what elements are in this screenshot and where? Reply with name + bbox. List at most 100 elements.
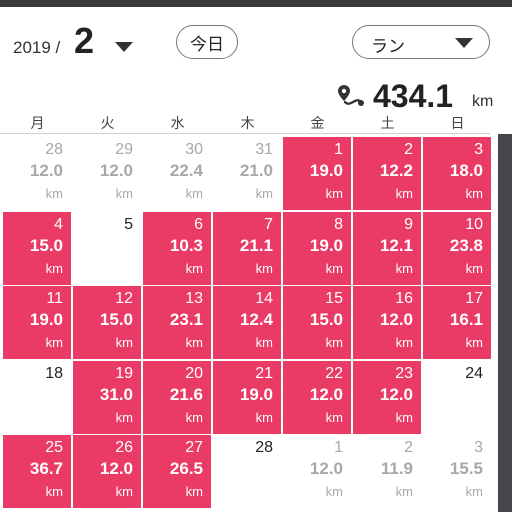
- day-cell[interactable]: 20 21.6 km: [143, 361, 211, 434]
- day-cell[interactable]: 10 23.8 km: [423, 212, 491, 285]
- year-label: 2019 /: [13, 38, 61, 57]
- day-distance-unit: km: [115, 335, 133, 350]
- day-number: 19: [115, 365, 133, 382]
- day-distance-unit: km: [465, 484, 483, 499]
- day-distance-unit: km: [115, 186, 133, 201]
- total-distance: 434.1: [373, 78, 454, 114]
- day-cell[interactable]: 18: [3, 361, 71, 434]
- day-distance: 19.0: [309, 236, 343, 255]
- day-cell[interactable]: 28: [213, 435, 281, 508]
- day-distance: 12.0: [309, 459, 343, 478]
- day-distance-unit: km: [395, 484, 413, 499]
- day-cell[interactable]: 30 22.4 km: [143, 137, 211, 210]
- day-distance: 21.0: [239, 161, 273, 180]
- day-cell[interactable]: 3 15.5 km: [423, 435, 491, 508]
- day-distance-unit: km: [465, 261, 483, 276]
- day-number: 25: [45, 439, 63, 456]
- day-cell[interactable]: 14 12.4 km: [213, 286, 281, 359]
- day-distance: 31.0: [99, 385, 133, 404]
- day-distance: 12.0: [99, 161, 133, 180]
- day-number: 31: [255, 141, 273, 158]
- day-number: 29: [115, 141, 133, 158]
- day-number: 1: [334, 439, 343, 456]
- day-number: 28: [45, 141, 63, 158]
- day-distance-unit: km: [465, 335, 483, 350]
- day-distance: 12.4: [239, 310, 273, 329]
- day-cell[interactable]: 22 12.0 km: [283, 361, 351, 434]
- day-distance-unit: km: [45, 261, 63, 276]
- day-cell[interactable]: 28 12.0 km: [3, 137, 71, 210]
- day-distance: 15.0: [309, 310, 343, 329]
- activity-label: ラン: [371, 37, 405, 56]
- day-distance: 15.0: [99, 310, 133, 329]
- day-distance-unit: km: [185, 410, 203, 425]
- day-cell[interactable]: 26 12.0 km: [73, 435, 141, 508]
- scrollbar[interactable]: [498, 134, 512, 512]
- day-number: 22: [325, 365, 343, 382]
- day-cell[interactable]: 24: [423, 361, 491, 434]
- day-cell[interactable]: 12 15.0 km: [73, 286, 141, 359]
- day-number: 13: [185, 290, 203, 307]
- month-label[interactable]: 2: [74, 20, 94, 62]
- day-number: 3: [474, 439, 483, 456]
- chevron-down-icon: [455, 38, 473, 48]
- day-number: 30: [185, 141, 203, 158]
- day-cell[interactable]: 8 19.0 km: [283, 212, 351, 285]
- day-cell[interactable]: 6 10.3 km: [143, 212, 211, 285]
- day-number: 6: [194, 216, 203, 233]
- day-cell[interactable]: 19 31.0 km: [73, 361, 141, 434]
- day-distance-unit: km: [325, 261, 343, 276]
- day-cell[interactable]: 16 12.0 km: [353, 286, 421, 359]
- weekday-label: 水: [170, 115, 185, 131]
- day-distance-unit: km: [255, 335, 273, 350]
- day-distance: 16.1: [449, 310, 483, 329]
- day-cell[interactable]: 1 12.0 km: [283, 435, 351, 508]
- day-cell[interactable]: 27 26.5 km: [143, 435, 211, 508]
- activity-select[interactable]: ラン: [352, 25, 490, 59]
- weekday-label: 金: [310, 115, 325, 131]
- day-cell[interactable]: 17 16.1 km: [423, 286, 491, 359]
- today-button[interactable]: 今日: [176, 25, 238, 59]
- day-cell[interactable]: 2 11.9 km: [353, 435, 421, 508]
- day-distance: 15.0: [29, 236, 63, 255]
- day-number: 10: [465, 216, 483, 233]
- day-distance: 12.2: [379, 161, 413, 180]
- day-distance-unit: km: [395, 335, 413, 350]
- day-cell[interactable]: 25 36.7 km: [3, 435, 71, 508]
- day-cell[interactable]: 1 19.0 km: [283, 137, 351, 210]
- day-number: 14: [255, 290, 273, 307]
- day-cell[interactable]: 9 12.1 km: [353, 212, 421, 285]
- day-cell[interactable]: 3 18.0 km: [423, 137, 491, 210]
- day-number: 20: [185, 365, 203, 382]
- day-distance-unit: km: [255, 410, 273, 425]
- day-distance-unit: km: [325, 410, 343, 425]
- day-distance: 23.8: [449, 236, 483, 255]
- day-cell[interactable]: 23 12.0 km: [353, 361, 421, 434]
- day-distance: 22.4: [169, 161, 203, 180]
- day-cell[interactable]: 2 12.2 km: [353, 137, 421, 210]
- weekday-header: 月火水木金土日: [0, 113, 490, 135]
- day-number: 7: [264, 216, 273, 233]
- day-cell[interactable]: 4 15.0 km: [3, 212, 71, 285]
- day-cell[interactable]: 13 23.1 km: [143, 286, 211, 359]
- chevron-down-icon[interactable]: [115, 42, 133, 52]
- day-cell[interactable]: 11 19.0 km: [3, 286, 71, 359]
- day-cell[interactable]: 21 19.0 km: [213, 361, 281, 434]
- day-cell[interactable]: 29 12.0 km: [73, 137, 141, 210]
- day-distance-unit: km: [185, 261, 203, 276]
- day-number: 27: [185, 439, 203, 456]
- day-cell[interactable]: 5: [73, 212, 141, 285]
- day-cell[interactable]: 31 21.0 km: [213, 137, 281, 210]
- weekday-label: 土: [380, 115, 395, 131]
- day-distance-unit: km: [185, 335, 203, 350]
- day-distance-unit: km: [325, 186, 343, 201]
- day-distance-unit: km: [45, 186, 63, 201]
- day-cell[interactable]: 7 21.1 km: [213, 212, 281, 285]
- day-distance: 26.5: [169, 459, 203, 478]
- day-distance: 12.0: [309, 385, 343, 404]
- total-distance-unit: km: [472, 93, 494, 110]
- day-cell[interactable]: 15 15.0 km: [283, 286, 351, 359]
- day-number: 8: [334, 216, 343, 233]
- day-distance: 12.0: [379, 310, 413, 329]
- day-number: 9: [404, 216, 413, 233]
